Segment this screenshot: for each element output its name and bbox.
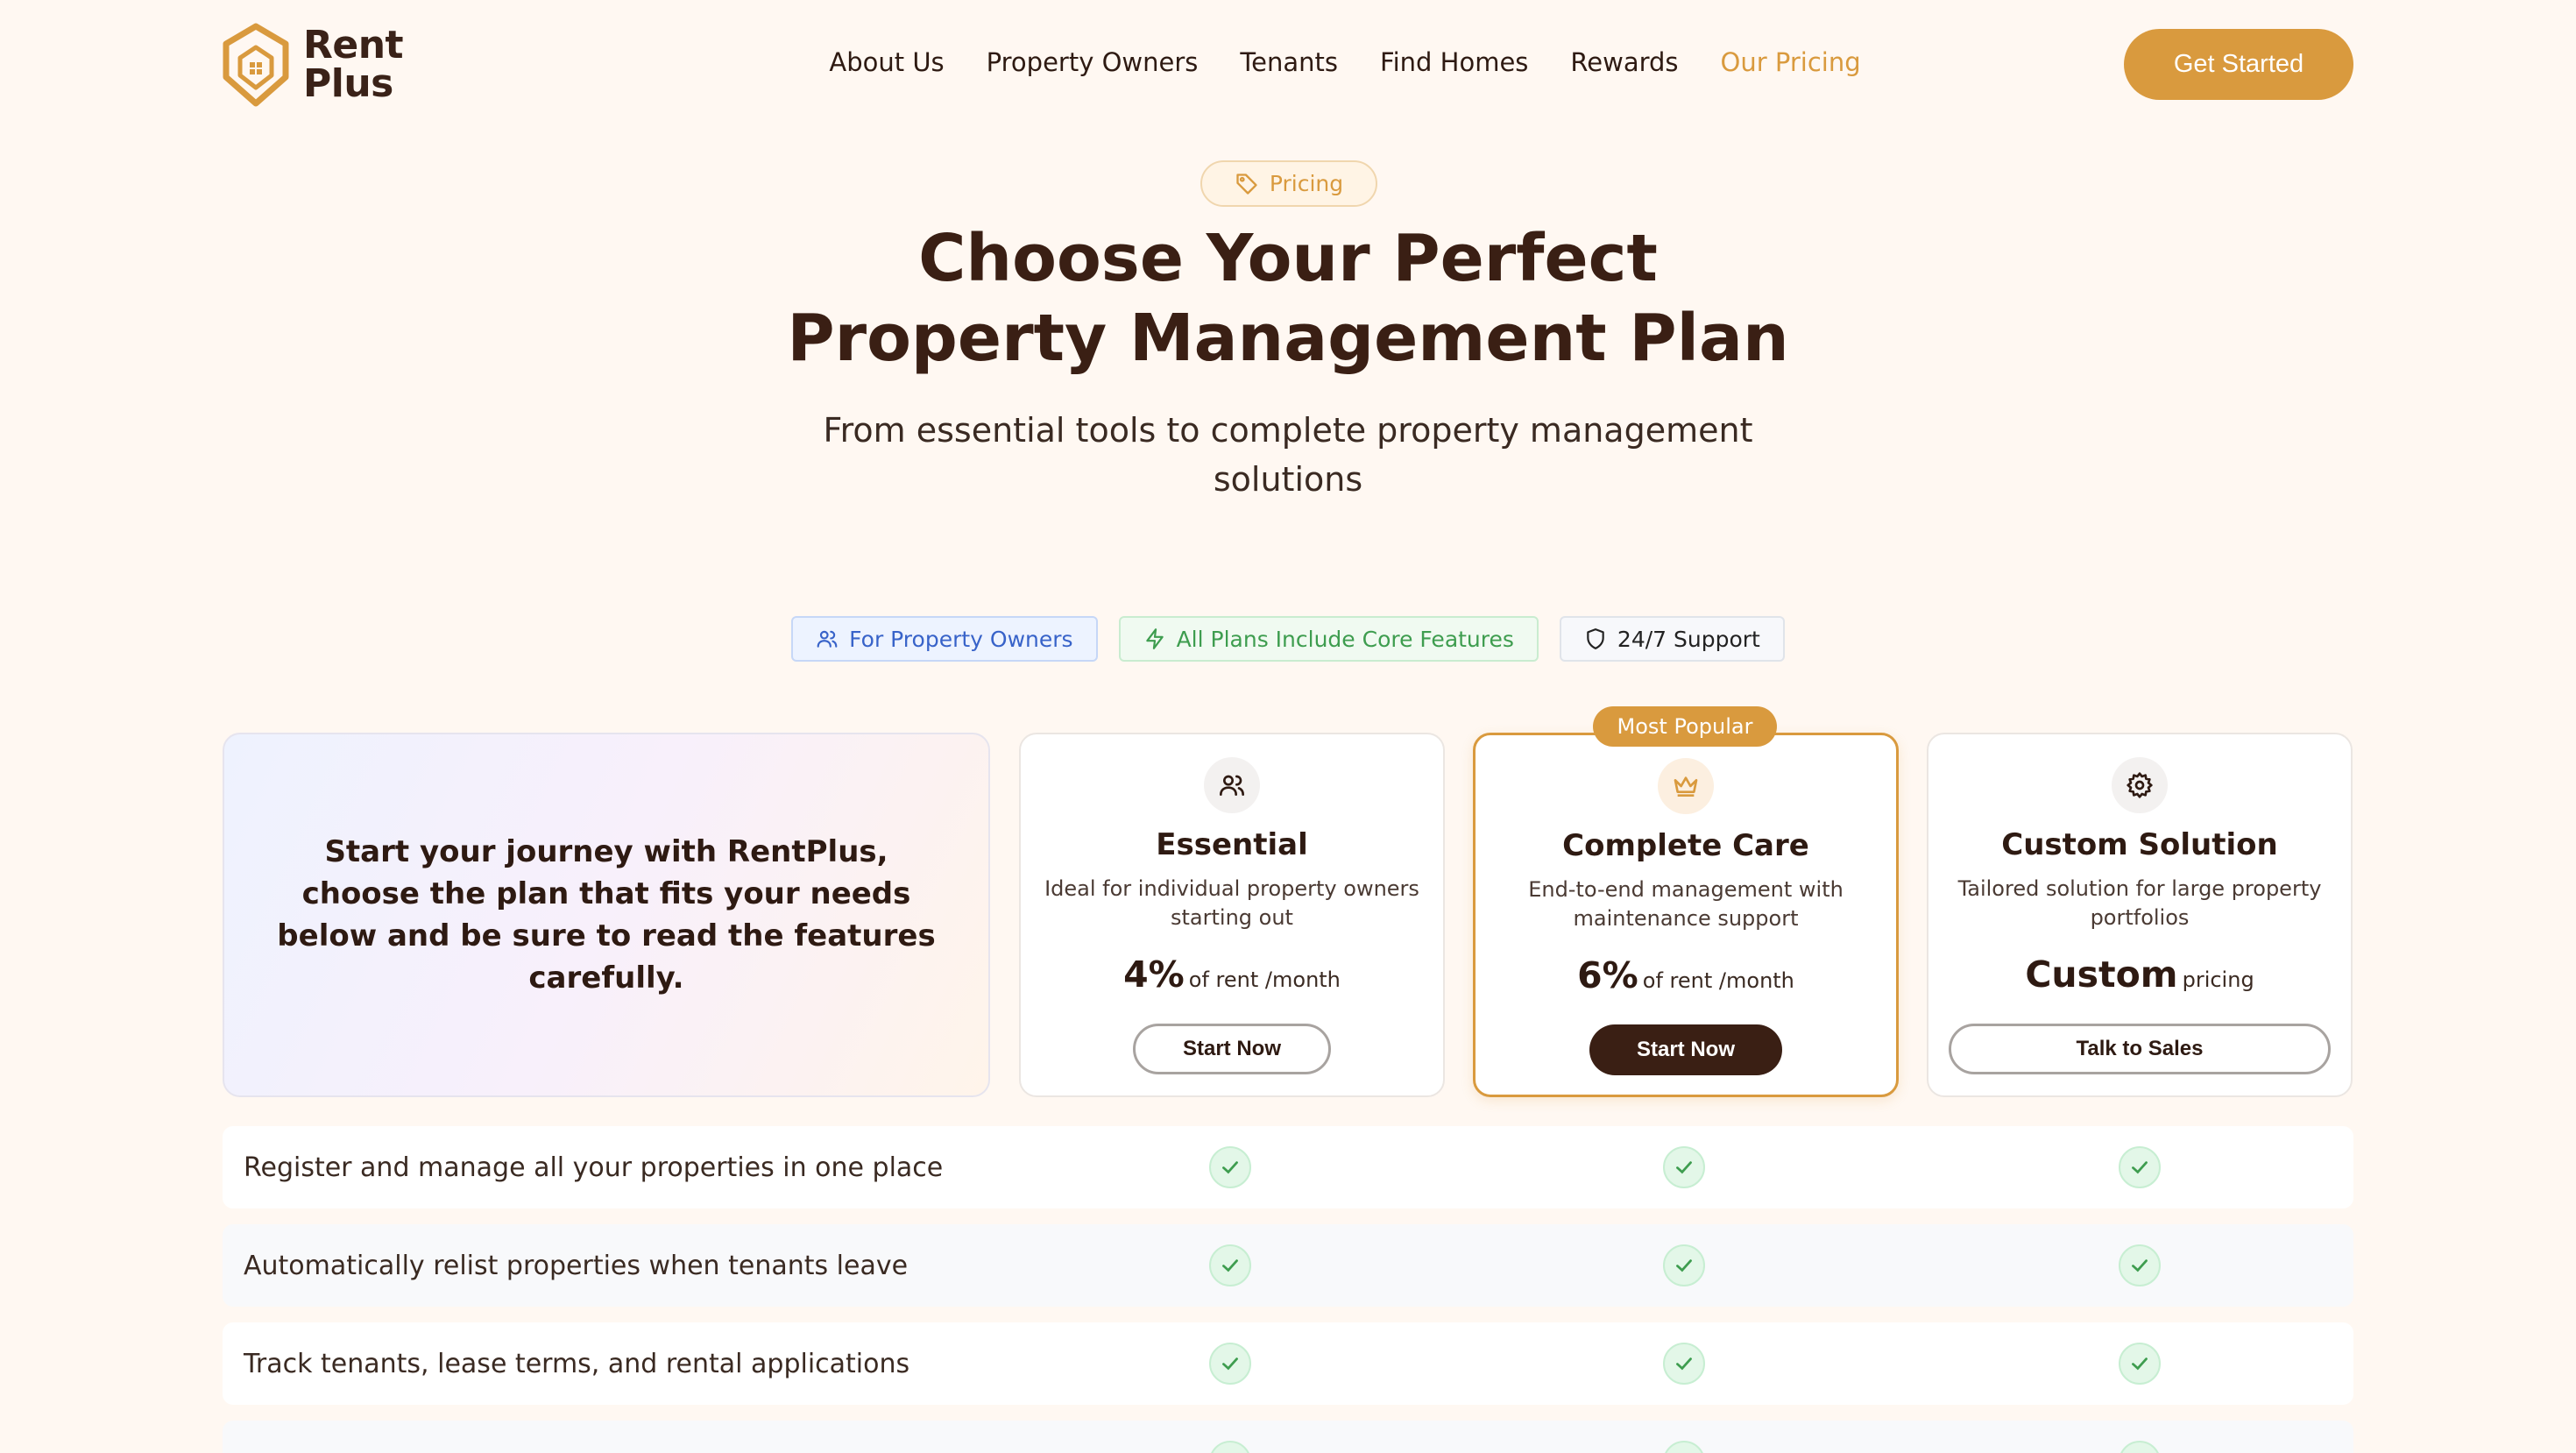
- plan-description: End-to-end management with maintenance s…: [1528, 877, 1844, 931]
- plan-card-essential: Essential Ideal for individual property …: [1019, 733, 1445, 1097]
- plan-icon-wrap: [1204, 757, 1260, 813]
- users-icon: [1220, 775, 1244, 796]
- shield-icon: [1587, 628, 1604, 649]
- feature-label: Track tenants, lease terms, and rental a…: [244, 1348, 910, 1379]
- intro-card: Start your journey with RentPlus, choose…: [223, 733, 990, 1097]
- start-now-button-essential[interactable]: Start Now: [1133, 1024, 1331, 1074]
- plan-description: Tailored solution for large property por…: [1957, 876, 2322, 930]
- badge-label: 24/7 Support: [1617, 626, 1760, 652]
- price-value: 4%: [1123, 953, 1185, 996]
- nav-rewards[interactable]: Rewards: [1570, 47, 1678, 77]
- plan-name: Custom Solution: [2001, 827, 2278, 862]
- check-icon: [1663, 1441, 1705, 1453]
- feature-row: Automatically relist properties when ten…: [223, 1224, 2353, 1307]
- page-subtitle: From essential tools to complete propert…: [823, 411, 1753, 499]
- plan-description: Ideal for individual property owners sta…: [1044, 876, 1419, 930]
- badge-core-features: All Plans Include Core Features: [1118, 616, 1539, 662]
- check-icon: [1209, 1343, 1251, 1385]
- feature-row: [223, 1421, 2353, 1453]
- plan-price: 4% of rent /month: [1021, 953, 1443, 996]
- badge-property-owners: For Property Owners: [791, 616, 1098, 662]
- price-unit: of rent /month: [1188, 967, 1341, 992]
- check-icon: [1209, 1244, 1251, 1286]
- check-icon: [2119, 1441, 2161, 1453]
- talk-to-sales-button[interactable]: Talk to Sales: [1949, 1024, 2331, 1074]
- get-started-button[interactable]: Get Started: [2124, 29, 2353, 100]
- feature-row: Track tenants, lease terms, and rental a…: [223, 1322, 2353, 1405]
- page-title: Choose Your Perfect Property Management …: [0, 219, 2576, 379]
- nav-property-owners[interactable]: Property Owners: [987, 47, 1199, 77]
- title-line-1: Choose Your Perfect: [918, 221, 1658, 296]
- badge-label: All Plans Include Core Features: [1176, 626, 1514, 652]
- check-icon: [1209, 1146, 1251, 1188]
- check-icon: [2119, 1343, 2161, 1385]
- check-icon: [2119, 1244, 2161, 1286]
- nav-about-us[interactable]: About Us: [829, 47, 944, 77]
- plan-price: Custom pricing: [1928, 953, 2351, 996]
- plan-icon-wrap: [2112, 757, 2168, 813]
- users-icon: [817, 630, 838, 648]
- nav-our-pricing[interactable]: Our Pricing: [1721, 47, 1861, 77]
- feature-label: Automatically relist properties when ten…: [244, 1250, 909, 1281]
- lightning-icon: [1145, 628, 1164, 649]
- check-icon: [1663, 1146, 1705, 1188]
- top-nav: Rent Plus About Us Property Owners Tenan…: [0, 0, 2576, 130]
- plan-price: 6% of rent /month: [1476, 954, 1896, 996]
- price-unit: pricing: [2182, 967, 2254, 992]
- badge-support: 24/7 Support: [1559, 616, 1785, 662]
- badge-label: For Property Owners: [849, 626, 1073, 652]
- nav-find-homes[interactable]: Find Homes: [1380, 47, 1528, 77]
- plan-card-complete-care: Complete Care End-to-end management with…: [1473, 733, 1899, 1097]
- check-icon: [1663, 1244, 1705, 1286]
- intro-text: Start your journey with RentPlus, choose…: [277, 834, 936, 996]
- pill-label: Pricing: [1269, 171, 1344, 196]
- title-line-2: Property Management Plan: [787, 301, 1789, 376]
- check-icon: [2119, 1146, 2161, 1188]
- plan-icon-wrap: [1658, 758, 1714, 814]
- feature-row: Register and manage all your properties …: [223, 1126, 2353, 1208]
- check-icon: [1209, 1441, 1251, 1453]
- gear-icon: [2127, 772, 2153, 798]
- price-unit: of rent /month: [1642, 968, 1794, 993]
- crown-icon: [1674, 776, 1698, 797]
- plan-card-custom-solution: Custom Solution Tailored solution for la…: [1927, 733, 2353, 1097]
- check-icon: [1663, 1343, 1705, 1385]
- price-value: 6%: [1577, 954, 1638, 996]
- plan-name: Complete Care: [1562, 828, 1809, 863]
- plan-name: Essential: [1156, 827, 1308, 862]
- feature-label: Register and manage all your properties …: [244, 1152, 944, 1183]
- start-now-button-complete-care[interactable]: Start Now: [1589, 1024, 1782, 1075]
- pricing-page: Rent Plus About Us Property Owners Tenan…: [0, 0, 2576, 1453]
- most-popular-badge: Most Popular: [1593, 706, 1777, 747]
- pricing-pill: Pricing: [1200, 160, 1377, 207]
- feature-badges: For Property Owners All Plans Include Co…: [0, 616, 2576, 662]
- price-value: Custom: [2025, 953, 2178, 996]
- nav-tenants[interactable]: Tenants: [1240, 47, 1338, 77]
- tag-icon: [1236, 173, 1257, 195]
